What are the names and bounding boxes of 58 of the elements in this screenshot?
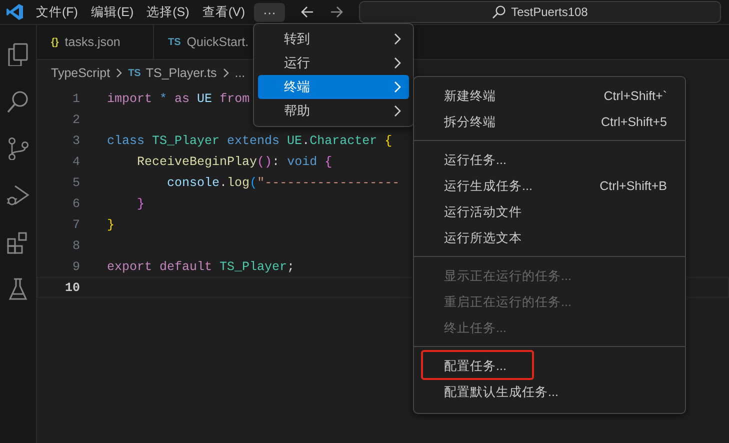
breadcrumb-item[interactable]: ... — [234, 66, 246, 80]
line-number: 7 — [71, 218, 81, 232]
code-line: class TS_Player extends UE.Character { — [107, 134, 392, 148]
breadcrumb-item[interactable]: TypeScript — [51, 66, 110, 80]
menu-item[interactable]: 新建终端 Ctrl+Shift+` — [418, 83, 681, 109]
menu-item[interactable]: 运行生成任务... Ctrl+Shift+B — [418, 173, 681, 199]
line-number: 4 — [71, 154, 81, 168]
line-number: 6 — [71, 196, 81, 210]
breadcrumb-item[interactable]: TS_Player.ts — [146, 66, 217, 80]
flask-icon[interactable] — [6, 277, 30, 301]
back-arrow-icon[interactable] — [298, 4, 315, 20]
menu-item: 终止任务... — [443, 320, 508, 336]
search-icon[interactable] — [492, 5, 506, 19]
chevron-right-icon[interactable] — [393, 57, 401, 69]
menu-item: 显示正在运行的任务... — [443, 268, 572, 284]
menu-item[interactable]: 选择(S) — [146, 4, 190, 20]
chevron-right-icon[interactable] — [115, 68, 124, 78]
more-button[interactable]: ··· — [254, 2, 285, 22]
files-icon[interactable] — [6, 42, 30, 66]
chevron-right-icon[interactable] — [222, 68, 230, 78]
typescript-file-icon: TS — [168, 36, 181, 48]
menu-item[interactable]: 拆分终端 Ctrl+Shift+5 — [418, 109, 681, 135]
menu-item[interactable]: 文件(F) — [36, 4, 78, 20]
logo-icon[interactable] — [6, 3, 24, 21]
menu-item[interactable]: 运行任务... — [418, 147, 681, 173]
code-line: import * as UE from — [107, 92, 250, 106]
line-number: 3 — [71, 134, 81, 148]
line-number: 2 — [71, 112, 81, 126]
code-line: } — [107, 218, 115, 232]
menu-item[interactable]: 查看(V) — [202, 4, 245, 20]
search-field[interactable]: TestPuerts108 — [358, 1, 721, 23]
menu-item[interactable]: 配置任务... — [418, 353, 681, 379]
json-file-icon: {} — [51, 36, 59, 48]
line-number: 1 — [71, 92, 81, 106]
chevron-right-icon[interactable] — [393, 105, 401, 117]
extensions-icon[interactable] — [6, 230, 30, 254]
line-number: 10 — [64, 280, 81, 294]
source-control-icon[interactable] — [6, 136, 30, 160]
line-number: 9 — [71, 260, 81, 274]
menu-item[interactable]: 运行所选文本 — [418, 225, 681, 251]
menu-item[interactable]: 编辑(E) — [90, 4, 134, 20]
editor-tab[interactable]: {} tasks.json — [37, 25, 154, 59]
chevron-right-icon[interactable] — [393, 33, 401, 45]
forward-arrow-icon[interactable] — [328, 4, 345, 20]
code-line: } — [136, 196, 145, 210]
menu-item[interactable]: 配置默认生成任务... — [418, 379, 681, 405]
code-line: ReceiveBeginPlay(): void { — [136, 154, 332, 168]
run-debug-icon[interactable] — [6, 183, 30, 207]
menu-item: 重启正在运行的任务... — [443, 294, 572, 310]
typescript-file-icon: TS — [128, 68, 141, 78]
code-line: console.log("------------------ — [166, 176, 400, 190]
code-line: export default TS_Player; — [107, 260, 295, 274]
menu-item[interactable]: 终端 — [258, 75, 409, 99]
line-number: 8 — [71, 238, 81, 252]
search-icon[interactable] — [6, 89, 30, 113]
line-number: 5 — [71, 176, 81, 190]
menu-item[interactable]: 帮助 — [258, 99, 409, 123]
menu-item[interactable]: 运行活动文件 — [418, 199, 681, 225]
